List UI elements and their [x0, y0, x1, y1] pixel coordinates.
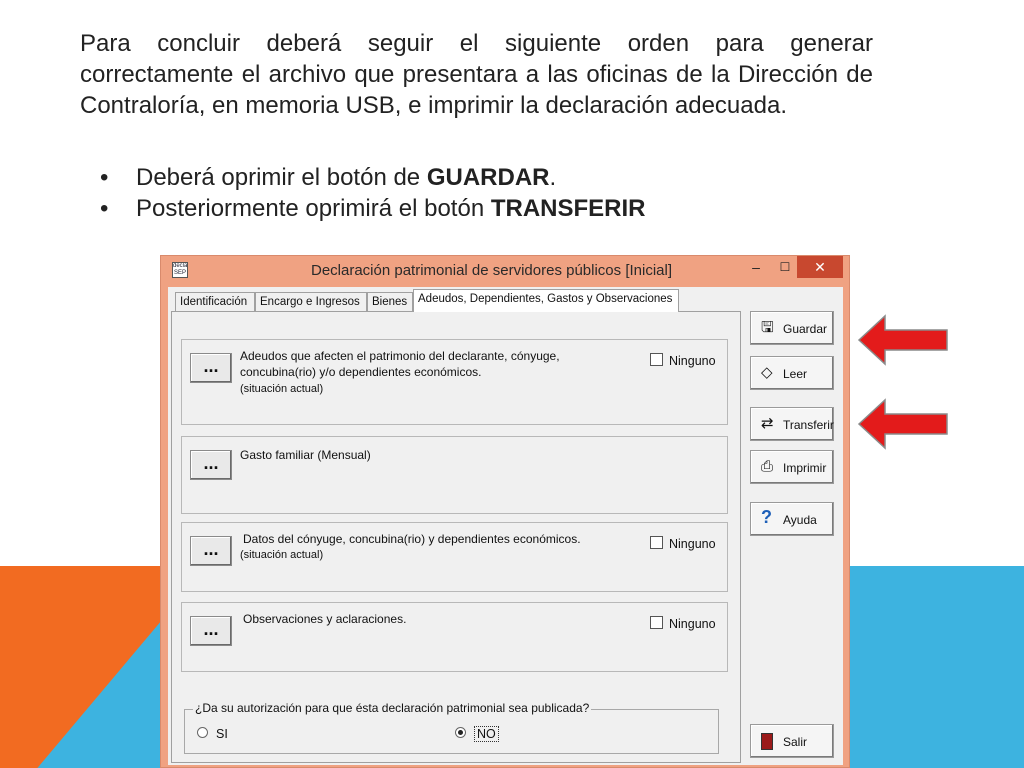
intro-paragraph: Para concluir deberá seguir el siguiente…	[80, 30, 873, 119]
conyuge-sublabel: (situación actual)	[240, 549, 324, 561]
exit-door-shape	[761, 733, 773, 750]
bullet-text: Posteriormente oprimirá el botón	[136, 195, 491, 222]
window-title: Declaración patrimonial de servidores pú…	[311, 262, 673, 279]
gasto-edit-button[interactable]: ...	[190, 450, 232, 480]
imprimir-label: Imprimir	[783, 461, 827, 475]
radio-circle[interactable]	[197, 727, 208, 738]
observaciones-label: Observaciones y aclaraciones.	[243, 612, 407, 626]
conyuge-label: Datos del cónyuge, concubina(rio) y depe…	[243, 532, 581, 546]
ayuda-button[interactable]: ? Ayuda	[750, 502, 834, 536]
bullet-after: .	[549, 164, 557, 191]
transferir-label: Transferir	[783, 418, 834, 432]
help-icon: ?	[761, 507, 772, 527]
adeudos-label-line2: concubina(rio) y/o dependientes económic…	[240, 365, 482, 379]
tab-identificacion[interactable]: Identificación	[175, 292, 255, 311]
adeudos-edit-button[interactable]: ...	[190, 353, 232, 383]
app-window: declara SEP Declaración patrimonial de s…	[160, 255, 850, 768]
authorization-question: ¿Da su autorización para que ésta declar…	[193, 701, 592, 715]
group-adeudos: ... Adeudos que afecten el patrimonio de…	[181, 339, 728, 425]
guardar-button[interactable]: 🖫 Guardar	[750, 311, 834, 345]
observaciones-edit-button[interactable]: ...	[190, 616, 232, 646]
bullet-text: Deberá oprimir el botón de	[136, 164, 427, 191]
checkbox-label: Ninguno	[669, 354, 716, 368]
maximize-button[interactable]: ☐	[773, 256, 797, 278]
radio-si[interactable]: SI	[197, 727, 228, 741]
app-logo-icon: declara SEP	[172, 262, 188, 278]
bullet-dot: •	[100, 164, 109, 191]
conyuge-edit-button[interactable]: ...	[190, 536, 232, 566]
radio-no[interactable]: NO	[455, 726, 499, 742]
read-icon: ◇	[761, 364, 773, 381]
decoration-blue-block	[848, 566, 1024, 768]
group-observaciones: ... Observaciones y aclaraciones. Ningun…	[181, 602, 728, 672]
checkbox-box[interactable]	[650, 536, 663, 549]
salir-button[interactable]: Salir	[750, 724, 834, 758]
tab-adeudos[interactable]: Adeudos, Dependientes, Gastos y Observac…	[413, 289, 679, 312]
guardar-label: Guardar	[783, 322, 828, 336]
printer-icon: ⎙	[761, 458, 774, 475]
checkbox-box[interactable]	[650, 616, 663, 629]
checkbox-label: Ninguno	[669, 617, 716, 631]
exit-icon	[761, 733, 773, 754]
gasto-label: Gasto familiar (Mensual)	[240, 448, 371, 462]
group-gasto-familiar: ... Gasto familiar (Mensual)	[181, 436, 728, 514]
minimize-button[interactable]: –	[744, 256, 768, 278]
radio-label: SI	[216, 727, 228, 741]
observaciones-ninguno-checkbox[interactable]: Ninguno	[650, 616, 716, 631]
imprimir-button[interactable]: ⎙ Imprimir	[750, 450, 834, 484]
ayuda-label: Ayuda	[783, 513, 817, 527]
bullet-dot: •	[100, 195, 109, 222]
salir-label: Salir	[783, 735, 808, 749]
authorization-group: ¿Da su autorización para que ésta declar…	[184, 701, 719, 754]
red-arrow-guardar	[857, 314, 948, 366]
title-bar[interactable]: declara SEP Declaración patrimonial de s…	[161, 256, 849, 286]
radio-label: NO	[474, 726, 499, 742]
bullet-bold: TRANSFERIR	[490, 195, 646, 222]
tab-bienes[interactable]: Bienes	[367, 292, 413, 311]
group-datos-conyuge: ... Datos del cónyuge, concubina(rio) y …	[181, 522, 728, 592]
leer-label: Leer	[783, 367, 808, 381]
checkbox-label: Ninguno	[669, 537, 716, 551]
save-icon: 🖫	[761, 319, 774, 336]
arrow-shape	[857, 314, 948, 366]
bullet-item-guardar: • Deberá oprimir el botón de GUARDAR.	[100, 162, 646, 193]
bullet-item-transferir: • Posteriormente oprimirá el botón TRANS…	[100, 193, 646, 224]
leer-button[interactable]: ◇ Leer	[750, 356, 834, 390]
adeudos-label-line1: Adeudos que afecten el patrimonio del de…	[240, 349, 560, 363]
close-button[interactable]: ✕	[797, 256, 843, 278]
transferir-button[interactable]: ⇄ Transferir	[750, 407, 834, 441]
adeudos-ninguno-checkbox[interactable]: Ninguno	[650, 353, 716, 368]
tab-encargo-ingresos[interactable]: Encargo e Ingresos	[255, 292, 367, 311]
arrow-shape	[857, 398, 948, 450]
checkbox-box[interactable]	[650, 353, 663, 366]
red-arrow-transferir	[857, 398, 948, 450]
conyuge-ninguno-checkbox[interactable]: Ninguno	[650, 536, 716, 551]
bullet-bold: GUARDAR	[426, 164, 550, 191]
window-client-area: Identificación Encargo e Ingresos Bienes…	[168, 287, 843, 765]
radio-circle-selected[interactable]	[455, 727, 466, 738]
instruction-list: • Deberá oprimir el botón de GUARDAR. • …	[100, 162, 646, 224]
adeudos-sublabel: (situación actual)	[240, 383, 324, 395]
transfer-icon: ⇄	[761, 415, 774, 432]
tab-panel-adeudos: ... Adeudos que afecten el patrimonio de…	[171, 311, 741, 763]
